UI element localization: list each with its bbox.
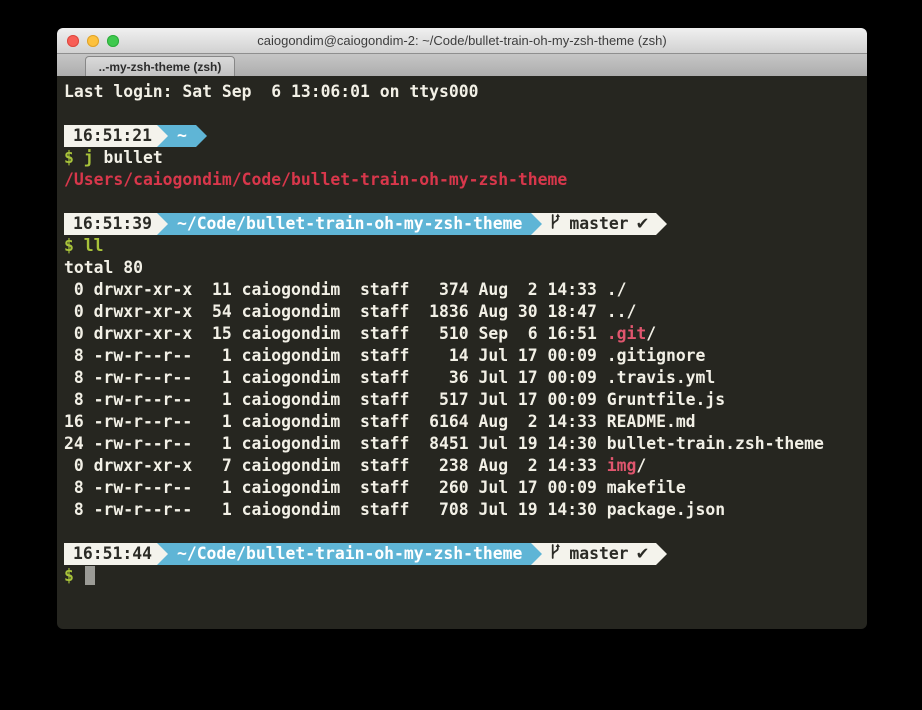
terminal-text: 0 drwxr-xr-x 11 caiogondim staff 374 Aug… xyxy=(64,280,626,299)
terminal-line xyxy=(64,521,860,543)
powerline-arrow xyxy=(656,213,667,235)
git-branch-icon xyxy=(549,213,562,236)
terminal-text: 0 drwxr-xr-x 54 caiogondim staff 1836 Au… xyxy=(64,302,636,321)
prompt-git-segment: master ✔ xyxy=(542,213,656,235)
window-title: caiogondim@caiogondim-2: ~/Code/bullet-t… xyxy=(257,33,667,48)
terminal-line xyxy=(64,103,860,125)
terminal-text: $ ll xyxy=(64,236,103,255)
terminal-line: total 80 xyxy=(64,257,860,279)
zoom-button[interactable] xyxy=(107,35,119,47)
terminal-line: 0 drwxr-xr-x 11 caiogondim staff 374 Aug… xyxy=(64,279,860,301)
prompt-path-segment: ~ xyxy=(168,125,196,147)
terminal-line: Last login: Sat Sep 6 13:06:01 on ttys00… xyxy=(64,81,860,103)
powerline-arrow xyxy=(196,125,207,147)
prompt-git-segment: master ✔ xyxy=(542,543,656,565)
terminal-text: / xyxy=(646,324,656,343)
terminal-line: /Users/caiogondim/Code/bullet-train-oh-m… xyxy=(64,169,860,191)
tab-bar: ..-my-zsh-theme (zsh) xyxy=(57,54,867,76)
prompt-line: 16:51:44 ~/Code/bullet-train-oh-my-zsh-th… xyxy=(64,543,860,565)
powerline-arrow xyxy=(157,213,168,235)
terminal-line: 8 -rw-r--r-- 1 caiogondim staff 36 Jul 1… xyxy=(64,367,860,389)
terminal-text: 0 drwxr-xr-x 7 caiogondim staff 238 Aug … xyxy=(64,456,607,475)
terminal-text: / xyxy=(636,456,646,475)
terminal-text: 8 -rw-r--r-- 1 caiogondim staff 708 Jul … xyxy=(64,500,725,519)
terminal-line: 16 -rw-r--r-- 1 caiogondim staff 6164 Au… xyxy=(64,411,860,433)
powerline-arrow xyxy=(157,543,168,565)
title-bar[interactable]: caiogondim@caiogondim-2: ~/Code/bullet-t… xyxy=(57,28,867,54)
git-branch-name: master xyxy=(569,543,628,565)
terminal-line: $ ll xyxy=(64,235,860,257)
terminal-text: 8 -rw-r--r-- 1 caiogondim staff 14 Jul 1… xyxy=(64,346,705,365)
prompt-path-segment: ~/Code/bullet-train-oh-my-zsh-theme xyxy=(168,543,531,565)
terminal-text: .git xyxy=(607,324,646,343)
terminal-line: 0 drwxr-xr-x 54 caiogondim staff 1836 Au… xyxy=(64,301,860,323)
prompt-line: 16:51:39 ~/Code/bullet-train-oh-my-zsh-th… xyxy=(64,213,860,235)
tab-label: ..-my-zsh-theme (zsh) xyxy=(99,60,222,74)
terminal-line: $ j bullet xyxy=(64,147,860,169)
terminal-line xyxy=(64,191,860,213)
terminal-text: $ xyxy=(64,566,84,585)
close-button[interactable] xyxy=(67,35,79,47)
terminal-line: 24 -rw-r--r-- 1 caiogondim staff 8451 Ju… xyxy=(64,433,860,455)
terminal-text: bullet xyxy=(94,148,163,167)
minimize-button[interactable] xyxy=(87,35,99,47)
terminal-window: caiogondim@caiogondim-2: ~/Code/bullet-t… xyxy=(57,28,867,629)
git-branch-icon xyxy=(549,543,562,566)
terminal-text: 8 -rw-r--r-- 1 caiogondim staff 260 Jul … xyxy=(64,478,686,497)
powerline-arrow xyxy=(531,213,542,235)
prompt-line: 16:51:21 ~ xyxy=(64,125,860,147)
powerline-arrow xyxy=(157,125,168,147)
terminal-text: total 80 xyxy=(64,258,143,277)
terminal-text: 16 -rw-r--r-- 1 caiogondim staff 6164 Au… xyxy=(64,412,696,431)
git-status-clean-icon: ✔ xyxy=(636,543,650,565)
terminal-text: 8 -rw-r--r-- 1 caiogondim staff 36 Jul 1… xyxy=(64,368,715,387)
terminal-cursor xyxy=(85,566,95,585)
terminal-tab[interactable]: ..-my-zsh-theme (zsh) xyxy=(85,56,235,76)
terminal-line: 0 drwxr-xr-x 7 caiogondim staff 238 Aug … xyxy=(64,455,860,477)
terminal-screen[interactable]: Last login: Sat Sep 6 13:06:01 on ttys00… xyxy=(57,76,867,629)
terminal-text: 8 -rw-r--r-- 1 caiogondim staff 517 Jul … xyxy=(64,390,725,409)
terminal-line: 8 -rw-r--r-- 1 caiogondim staff 517 Jul … xyxy=(64,389,860,411)
terminal-line: $ xyxy=(64,565,860,587)
terminal-line: 8 -rw-r--r-- 1 caiogondim staff 260 Jul … xyxy=(64,477,860,499)
powerline-arrow xyxy=(656,543,667,565)
git-status-clean-icon: ✔ xyxy=(636,213,650,235)
terminal-text: img xyxy=(607,456,637,475)
terminal-text: Last login: Sat Sep 6 13:06:01 on ttys00… xyxy=(64,82,478,101)
traffic-lights xyxy=(67,28,119,53)
git-branch-name: master xyxy=(569,213,628,235)
terminal-text: 24 -rw-r--r-- 1 caiogondim staff 8451 Ju… xyxy=(64,434,824,453)
terminal-text: /Users/caiogondim/Code/bullet-train-oh-m… xyxy=(64,170,567,189)
prompt-time-segment: 16:51:44 xyxy=(64,543,157,565)
terminal-line: 0 drwxr-xr-x 15 caiogondim staff 510 Sep… xyxy=(64,323,860,345)
terminal-line: 8 -rw-r--r-- 1 caiogondim staff 14 Jul 1… xyxy=(64,345,860,367)
powerline-arrow xyxy=(531,543,542,565)
prompt-time-segment: 16:51:21 xyxy=(64,125,157,147)
terminal-text: $ j xyxy=(64,148,94,167)
prompt-time-segment: 16:51:39 xyxy=(64,213,157,235)
terminal-line: 8 -rw-r--r-- 1 caiogondim staff 708 Jul … xyxy=(64,499,860,521)
terminal-text: 0 drwxr-xr-x 15 caiogondim staff 510 Sep… xyxy=(64,324,607,343)
prompt-path-segment: ~/Code/bullet-train-oh-my-zsh-theme xyxy=(168,213,531,235)
